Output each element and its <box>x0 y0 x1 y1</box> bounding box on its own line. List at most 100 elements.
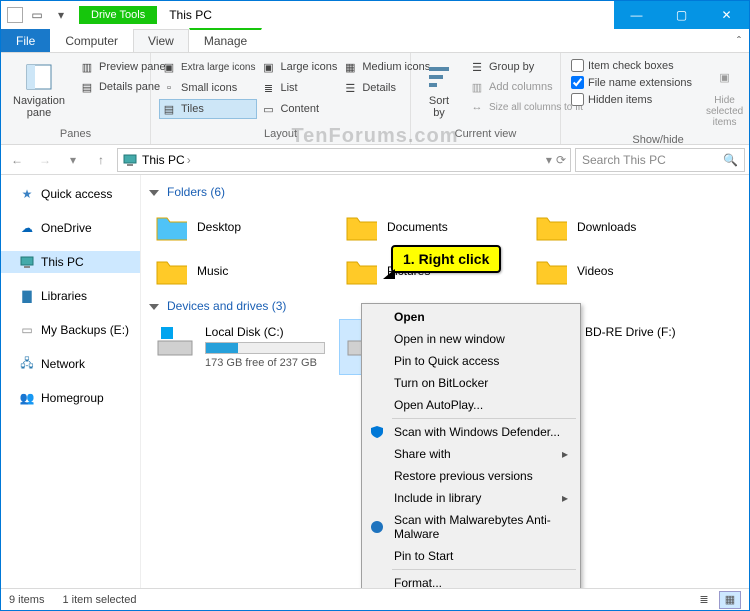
context-menu-item[interactable]: Pin to Quick access <box>364 350 578 372</box>
app-icon <box>7 7 23 23</box>
context-menu-item[interactable]: Open AutoPlay... <box>364 394 578 416</box>
item-check-boxes-toggle[interactable]: Item check boxes <box>569 57 694 74</box>
navigation-pane[interactable]: ★Quick access ☁OneDrive This PC ▇Librari… <box>1 175 141 588</box>
context-menu-item[interactable]: Open <box>364 306 578 328</box>
sidebar-item-libraries[interactable]: ▇Libraries <box>1 285 140 307</box>
medium-icon: ▦ <box>342 59 358 75</box>
sidebar-item-network[interactable]: 🖧Network <box>1 353 140 375</box>
hidden-items-checkbox[interactable] <box>571 93 584 106</box>
folder-item[interactable]: Videos <box>529 249 719 293</box>
context-menu-item[interactable]: Scan with Windows Defender... <box>364 421 578 443</box>
layout-extra-large[interactable]: ▣Extra large icons <box>159 57 257 77</box>
folder-item[interactable]: Downloads <box>529 205 719 249</box>
context-menu-item[interactable]: Share with▸ <box>364 443 578 465</box>
homegroup-icon: 👥 <box>19 390 35 406</box>
forward-button[interactable]: → <box>33 148 57 172</box>
group-by-icon: ☰ <box>469 59 485 75</box>
folder-label: Videos <box>577 264 613 278</box>
size-columns-icon: ↔ <box>469 99 485 115</box>
shield-icon <box>369 424 385 440</box>
details-view-button[interactable]: ≣ <box>693 591 715 609</box>
folder-item[interactable]: Documents <box>339 205 529 249</box>
sidebar-item-onedrive[interactable]: ☁OneDrive <box>1 217 140 239</box>
chevron-down-icon <box>149 299 161 313</box>
refresh-button[interactable]: ⟳ <box>556 153 566 167</box>
drive-label: Local Disk (C:) <box>205 325 333 339</box>
layout-content[interactable]: ▭Content <box>258 99 339 119</box>
minimize-button[interactable]: — <box>614 1 659 29</box>
context-menu-item[interactable]: Include in library▸ <box>364 487 578 509</box>
context-menu-item[interactable]: Pin to Start <box>364 545 578 567</box>
list-icon: ≣ <box>260 80 276 96</box>
context-menu-item[interactable]: Scan with Malwarebytes Anti-Malware <box>364 509 578 545</box>
preview-pane-icon: ▥ <box>79 59 95 75</box>
small-icon: ▫ <box>161 80 177 96</box>
address-dropdown-button[interactable]: ▾ <box>546 153 552 167</box>
status-selected-count: 1 item selected <box>62 594 136 606</box>
search-icon: 🔍 <box>723 153 738 167</box>
back-button[interactable]: ← <box>5 148 29 172</box>
hide-selected-button[interactable]: ▣ Hide selected items <box>702 57 747 132</box>
tab-computer[interactable]: Computer <box>50 29 133 52</box>
folder-item[interactable]: Desktop <box>149 205 339 249</box>
folder-label: Desktop <box>197 220 241 234</box>
tab-view[interactable]: View <box>133 29 189 52</box>
folder-item[interactable]: Music <box>149 249 339 293</box>
context-menu[interactable]: Open Open in new window Pin to Quick acces… <box>361 303 581 588</box>
tiles-icon: ▤ <box>161 101 177 117</box>
content-pane[interactable]: Folders (6) Desktop Documents Downloads Mus… <box>141 175 749 588</box>
sort-by-button[interactable]: Sort by <box>419 57 459 123</box>
folder-label: Music <box>197 264 228 278</box>
ribbon-tabs: File Computer View Manage ˆ <box>1 29 749 53</box>
tiles-view-button[interactable]: ▦ <box>719 591 741 609</box>
search-box[interactable]: Search This PC 🔍 <box>575 148 745 172</box>
extra-large-icon: ▣ <box>161 59 177 75</box>
qat-properties[interactable]: ▭ <box>27 5 47 25</box>
layout-tiles[interactable]: ▤Tiles <box>159 99 257 119</box>
ribbon-collapse-button[interactable]: ˆ <box>729 30 749 52</box>
hidden-items-toggle[interactable]: Hidden items <box>569 91 694 108</box>
sidebar-item-homegroup[interactable]: 👥Homegroup <box>1 387 140 409</box>
up-button[interactable]: ↑ <box>89 148 113 172</box>
breadcrumb[interactable]: This PC › <box>142 153 191 167</box>
add-columns-icon: ▥ <box>469 79 485 95</box>
sidebar-item-quick-access[interactable]: ★Quick access <box>1 183 140 205</box>
context-menu-label: Restore previous versions <box>394 469 533 483</box>
item-check-boxes-checkbox[interactable] <box>571 59 584 72</box>
file-extensions-checkbox[interactable] <box>571 76 584 89</box>
context-menu-item[interactable]: Open in new window <box>364 328 578 350</box>
context-menu-item[interactable]: Turn on BitLocker <box>364 372 578 394</box>
layout-large[interactable]: ▣Large icons <box>258 57 339 77</box>
tab-manage[interactable]: Manage <box>189 28 262 52</box>
drive-item[interactable]: Local Disk (C:)173 GB free of 237 GB <box>149 319 339 375</box>
network-icon: 🖧 <box>19 356 35 372</box>
drive-icon: ▭ <box>19 322 35 338</box>
pc-icon <box>19 254 35 270</box>
folder-icon <box>535 255 567 287</box>
folder-label: Downloads <box>577 220 636 234</box>
usage-bar <box>205 342 325 354</box>
file-extensions-toggle[interactable]: File name extensions <box>569 74 694 91</box>
qat-new-folder[interactable]: ▾ <box>51 5 71 25</box>
recent-locations-button[interactable]: ▾ <box>61 148 85 172</box>
sidebar-item-my-backups[interactable]: ▭My Backups (E:) <box>1 319 140 341</box>
content-icon: ▭ <box>260 101 276 117</box>
tab-file[interactable]: File <box>1 29 50 52</box>
close-button[interactable]: ✕ <box>704 1 749 29</box>
show-hide-group-label: Show/hide <box>569 132 747 146</box>
maximize-button[interactable]: ▢ <box>659 1 704 29</box>
context-menu-item[interactable]: Format... <box>364 572 578 588</box>
drive-label: BD-RE Drive (F:) <box>585 325 713 339</box>
address-bar[interactable]: This PC › ▾ ⟳ <box>117 148 571 172</box>
context-menu-label: Open in new window <box>394 332 505 346</box>
context-menu-item[interactable]: Restore previous versions <box>364 465 578 487</box>
cloud-icon: ☁ <box>19 220 35 236</box>
submenu-arrow-icon: ▸ <box>562 447 568 461</box>
sidebar-item-this-pc[interactable]: This PC <box>1 251 140 273</box>
navigation-pane-label: Navigation pane <box>13 95 65 119</box>
folder-icon <box>155 211 187 243</box>
layout-small[interactable]: ▫Small icons <box>159 78 257 98</box>
layout-list[interactable]: ≣List <box>258 78 339 98</box>
folders-header[interactable]: Folders (6) <box>149 179 741 205</box>
navigation-pane-button[interactable]: Navigation pane <box>9 57 69 123</box>
